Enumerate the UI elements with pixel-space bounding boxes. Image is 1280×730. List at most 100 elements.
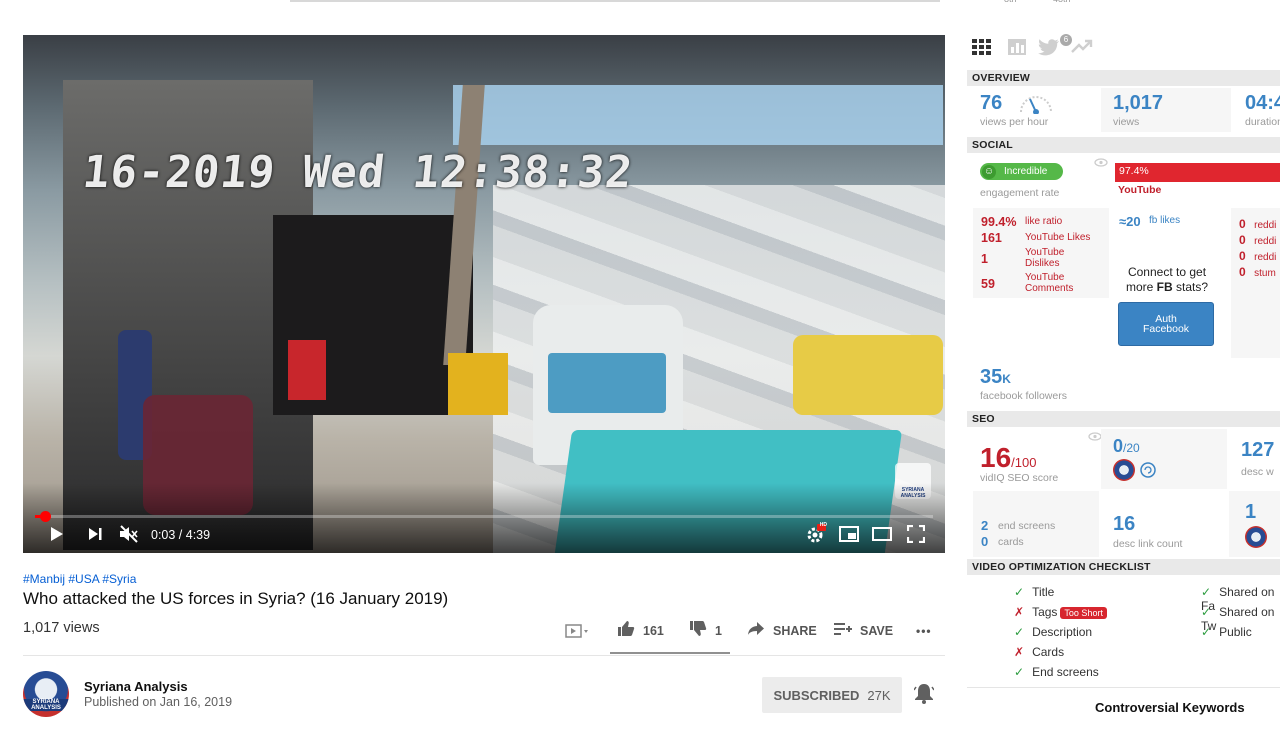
checklist-label: Tags	[1032, 605, 1058, 619]
top-numbers: 8th 48th	[1004, 0, 1105, 4]
yt-likes-value: 161	[981, 231, 1002, 245]
notification-bell-icon[interactable]	[913, 683, 935, 710]
eye-icon[interactable]	[1088, 432, 1102, 441]
refresh-icon[interactable]	[1139, 461, 1157, 479]
views-value: 1,017	[1113, 92, 1164, 114]
like-button[interactable]: 161	[617, 618, 664, 644]
subscribed-button[interactable]: SUBSCRIBED 27K	[762, 677, 902, 713]
checklist-label: Cards	[1032, 645, 1065, 659]
channel-avatar-small	[1245, 526, 1267, 548]
save-button[interactable]: SAVE	[834, 618, 893, 644]
hashtags[interactable]: #Manbij #USA #Syria	[23, 572, 136, 586]
stumble-label: stum	[1254, 268, 1276, 279]
add-to-playlist-button[interactable]	[565, 618, 589, 644]
share-icon	[747, 621, 765, 641]
miniplayer-button[interactable]	[837, 521, 861, 547]
like-dislike-bar	[610, 652, 730, 654]
tags-suffix: /20	[1123, 441, 1140, 455]
top-number: 8th	[1004, 0, 1017, 4]
avatar-text: SYRIANA ANALYSIS	[23, 699, 69, 711]
share-button[interactable]: SHARE	[747, 618, 817, 644]
youtube-stats-card: 99.4% like ratio 161 YouTube Likes 1 You…	[973, 208, 1109, 298]
overview-header: OVERVIEW	[967, 70, 1280, 86]
tab-twitter[interactable]: 6	[1038, 34, 1072, 62]
checklist-item: ✓ Title	[1014, 585, 1054, 599]
tab-stats[interactable]	[1008, 38, 1026, 62]
eye-icon[interactable]	[1094, 158, 1108, 167]
yt-comments-value: 59	[981, 277, 995, 291]
trending-icon	[1071, 39, 1093, 53]
seo-score-label: vidIQ SEO score	[980, 472, 1059, 484]
tab-trending[interactable]	[1071, 38, 1093, 60]
time-display: 0:03 / 4:39	[151, 528, 211, 542]
dislike-button[interactable]: 1	[689, 618, 722, 644]
dislike-count: 1	[715, 624, 722, 638]
share-label: SHARE	[773, 624, 817, 638]
play-icon	[51, 527, 63, 541]
end-screens-card: 2 end screens 0 cards	[973, 491, 1099, 557]
engagement-badge: ☺ Incredible	[980, 163, 1064, 180]
top-divider	[290, 0, 940, 2]
seo-score-suffix: /100	[1011, 455, 1037, 470]
thumbs-down-icon	[689, 620, 707, 642]
play-button[interactable]	[45, 521, 69, 547]
fullscreen-icon	[907, 525, 925, 543]
next-button[interactable]	[83, 521, 107, 547]
cards-value: 0	[981, 534, 989, 549]
top-strip: 8th 48th	[0, 0, 1280, 14]
fb-likes-value: ≈20	[1119, 214, 1141, 229]
checklist-item: ✗ Cards	[1014, 645, 1064, 659]
engagement-label: engagement rate	[980, 187, 1060, 199]
tags-card: 0/20	[1101, 429, 1227, 489]
theater-icon	[872, 527, 892, 541]
reddit-label: reddi	[1254, 220, 1277, 231]
publish-date: Published on Jan 16, 2019	[84, 695, 233, 709]
check-icon: ✓	[1014, 665, 1025, 679]
desc-links-value: 16	[1113, 513, 1136, 535]
mute-button[interactable]	[117, 521, 141, 547]
fb-followers-suffix: K	[1002, 372, 1011, 386]
desc-links-label: desc link count	[1113, 538, 1183, 550]
fb-likes-label: fb likes	[1149, 215, 1181, 226]
reddit-value: 0	[1239, 249, 1246, 263]
check-icon: ✓	[1014, 585, 1025, 599]
video-player[interactable]: 16-2019 Wed 12:38:32 SYRIANA ANALYSIS 0:…	[23, 35, 945, 553]
engagement-card: ☺ Incredible engagement rate	[973, 155, 1109, 203]
muted-icon	[120, 525, 138, 543]
theater-mode-button[interactable]	[870, 521, 894, 547]
fb-followers-card: 35K facebook followers	[973, 360, 1109, 406]
end-screens-value: 2	[981, 518, 989, 533]
like-count: 161	[643, 624, 664, 638]
checklist-header: VIDEO OPTIMIZATION CHECKLIST	[967, 559, 1280, 575]
check-icon: ✓	[1201, 585, 1212, 599]
fullscreen-button[interactable]	[904, 521, 928, 547]
seo-score-value: 16	[980, 442, 1012, 473]
tags-value: 0	[1113, 436, 1124, 456]
yt-dislikes-label: YouTube Dislikes	[1025, 247, 1065, 269]
cross-icon: ✗	[1014, 605, 1025, 619]
more-actions-button[interactable]: •••	[916, 618, 932, 644]
progress-bar[interactable]	[35, 511, 933, 522]
check-icon: ✓	[1014, 625, 1025, 639]
facebook-card: ≈20 fb likes Connect to get more FB stat…	[1111, 208, 1229, 358]
settings-button[interactable]: HD	[804, 521, 828, 547]
tab-grid[interactable]	[972, 38, 992, 62]
reddit-value: 0	[1239, 217, 1246, 231]
seo-score-card: 16/100 vidIQ SEO score	[973, 429, 1102, 489]
seo-header: SEO	[967, 411, 1280, 427]
social-header: SOCIAL	[967, 137, 1280, 153]
miniplayer-icon	[839, 526, 859, 542]
divider	[23, 655, 945, 656]
channel-name[interactable]: Syriana Analysis	[84, 679, 188, 694]
top-number: 48th	[1053, 0, 1071, 4]
playlist-dropdown-icon	[565, 624, 588, 638]
connect-fb-prompt: Connect to get more FB stats?	[1111, 265, 1223, 295]
vph-label: views per hour	[980, 116, 1049, 128]
save-label: SAVE	[860, 624, 894, 638]
hd-badge: HD	[819, 522, 827, 528]
channel-avatar[interactable]: SYRIANA ANALYSIS	[23, 671, 69, 717]
checklist-item: ✓ Description	[1014, 625, 1092, 639]
checklist-label: Description	[1032, 625, 1093, 639]
reddit-card: 0 reddi 0 reddi 0 reddi 0 stum	[1231, 208, 1280, 358]
desc-words-card: 127 desc w	[1229, 429, 1280, 489]
